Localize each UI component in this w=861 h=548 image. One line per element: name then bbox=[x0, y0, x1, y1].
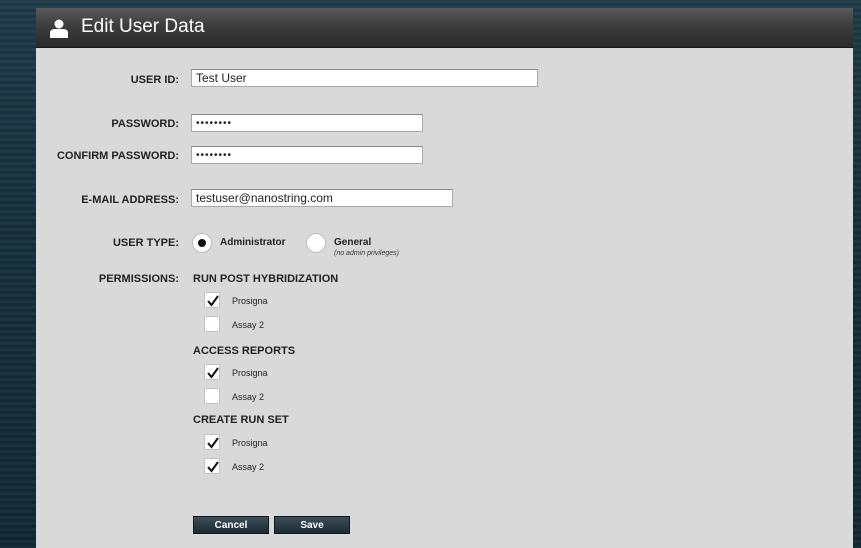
user-type-label: USER TYPE: bbox=[112, 237, 179, 249]
confirm-password-label: CONFIRM PASSWORD: bbox=[56, 150, 179, 162]
checkbox-label: Assay 2 bbox=[232, 392, 265, 402]
edit-user-dialog: Edit User Data USER ID: Test User PASSWO… bbox=[36, 8, 853, 548]
permission-group-title: CREATE RUN SET bbox=[193, 414, 289, 426]
run-post-hybridization-assay2-checkbox[interactable] bbox=[204, 316, 220, 332]
create-run-set-assay2-checkbox[interactable] bbox=[204, 458, 220, 474]
administrator-radio[interactable] bbox=[192, 233, 212, 253]
confirm-password-input[interactable]: •••••••• bbox=[191, 146, 423, 164]
save-button[interactable]: Save bbox=[274, 516, 350, 534]
user-icon bbox=[49, 18, 69, 38]
general-radio[interactable] bbox=[306, 233, 326, 253]
email-label: E-MAIL ADDRESS: bbox=[81, 194, 179, 206]
user-id-label: USER ID: bbox=[130, 74, 179, 86]
run-post-hybridization-prosigna-checkbox[interactable] bbox=[204, 292, 220, 308]
checkbox-label: Prosigna bbox=[232, 368, 268, 378]
checkbox-label: Assay 2 bbox=[232, 320, 265, 330]
permissions-label: PERMISSIONS: bbox=[98, 273, 179, 285]
checkbox-label: Assay 2 bbox=[232, 462, 265, 472]
radio-selected-dot bbox=[198, 239, 206, 247]
dialog-titlebar: Edit User Data bbox=[36, 8, 853, 48]
email-input[interactable]: testuser@nanostring.com bbox=[191, 189, 453, 207]
access-reports-prosigna-checkbox[interactable] bbox=[204, 364, 220, 380]
checkbox-label: Prosigna bbox=[232, 296, 268, 306]
checkmark-icon bbox=[207, 461, 219, 473]
administrator-label: Administrator bbox=[220, 237, 286, 248]
general-label: General bbox=[334, 237, 372, 248]
password-input[interactable]: •••••••• bbox=[191, 114, 423, 132]
checkbox-label: Prosigna bbox=[232, 438, 268, 448]
create-run-set-prosigna-checkbox[interactable] bbox=[204, 434, 220, 450]
cancel-button[interactable]: Cancel bbox=[193, 516, 269, 534]
permission-group-title: RUN POST HYBRIDIZATION bbox=[193, 273, 339, 285]
access-reports-assay2-checkbox[interactable] bbox=[204, 388, 220, 404]
password-label: PASSWORD: bbox=[111, 118, 179, 130]
general-note: (no admin privileges) bbox=[334, 250, 399, 257]
checkmark-icon bbox=[207, 437, 219, 449]
permission-group-title: ACCESS REPORTS bbox=[193, 345, 296, 357]
checkmark-icon bbox=[207, 295, 219, 307]
dialog-title: Edit User Data bbox=[81, 16, 205, 37]
user-id-input[interactable]: Test User bbox=[191, 69, 538, 87]
checkmark-icon bbox=[207, 367, 219, 379]
